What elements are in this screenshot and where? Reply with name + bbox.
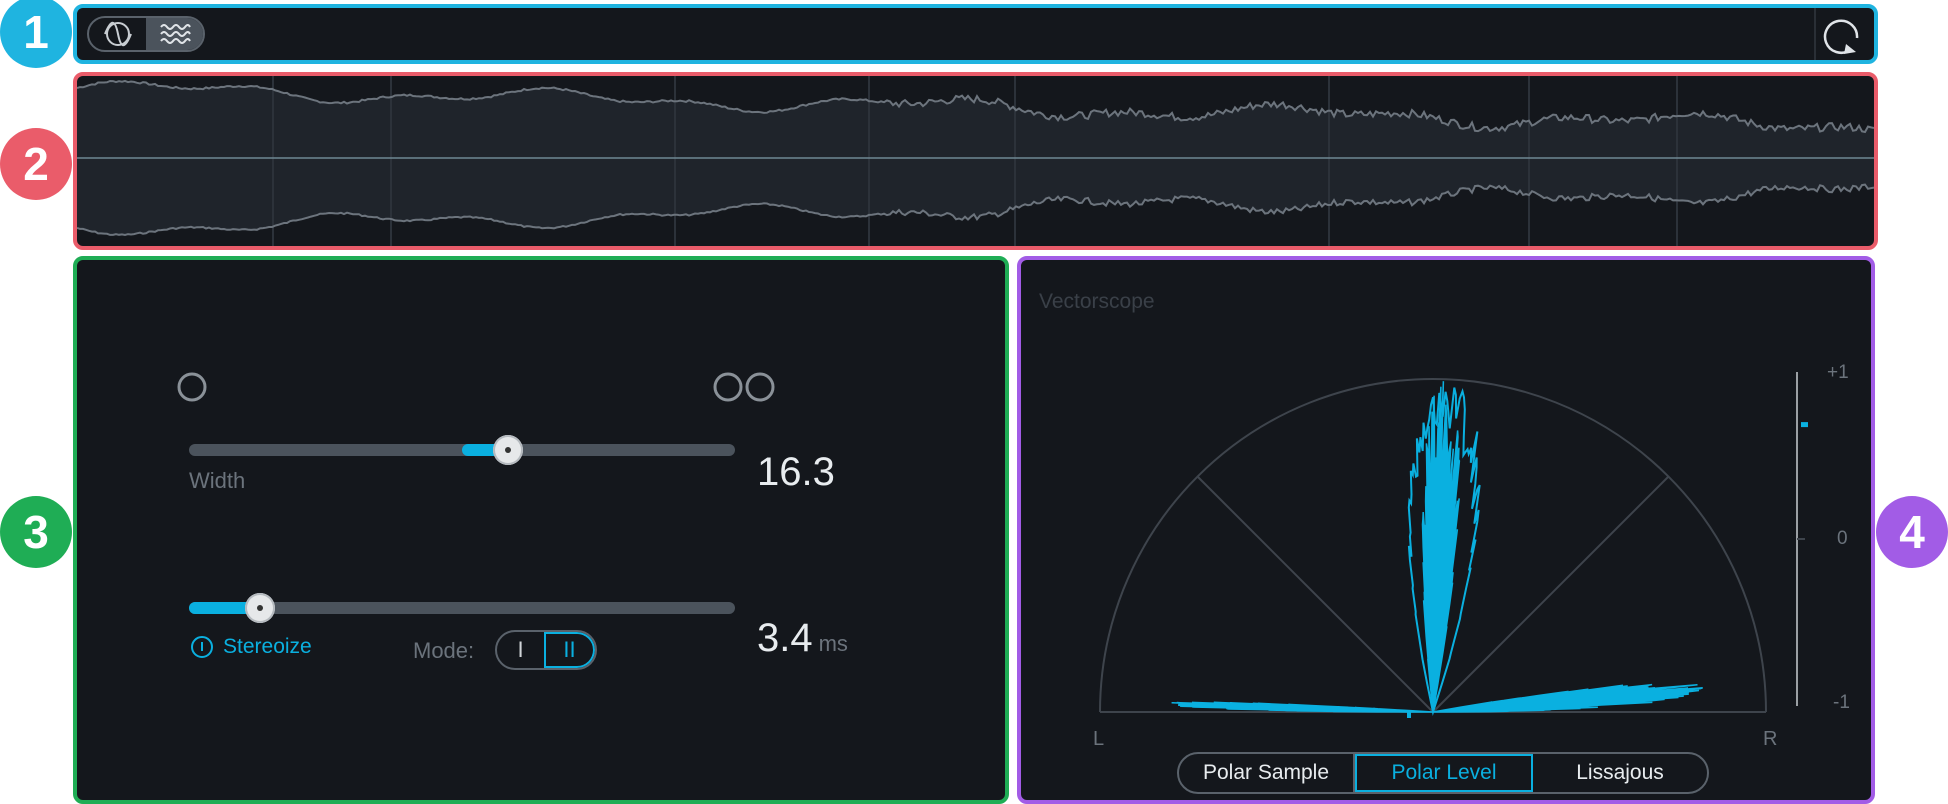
marker-2: 2: [0, 128, 72, 200]
width-value[interactable]: 16.3: [757, 450, 835, 495]
noise-view-button[interactable]: [146, 18, 203, 50]
width-slider[interactable]: [189, 430, 735, 470]
marker-4: 4: [1876, 496, 1948, 568]
power-icon: [191, 636, 213, 658]
waveform-history: [73, 72, 1878, 250]
meter-bottom-label: -1: [1833, 692, 1850, 713]
stereoize-label: Stereoize: [223, 635, 312, 658]
vectorscope-axis-right: [1432, 476, 1669, 713]
delay-value: 3.4: [757, 616, 813, 660]
sine-view-button[interactable]: [89, 18, 146, 50]
vectorscope-center-lobe: [1421, 381, 1461, 713]
noise-wave-icon: [159, 24, 191, 44]
delay-value-group[interactable]: 3.4 ms: [757, 616, 848, 661]
meter-indicator: [1801, 422, 1808, 428]
mono-circle-icon: [177, 372, 207, 402]
tab-lissajous[interactable]: Lissajous: [1533, 754, 1707, 792]
right-label: R: [1763, 728, 1778, 750]
left-label: L: [1093, 728, 1105, 750]
stereo-circles-icon: [713, 372, 775, 402]
toolbar: [73, 4, 1878, 64]
mode-option-1[interactable]: I: [497, 632, 544, 668]
vectorscope-axis-left: [1197, 476, 1434, 713]
vectorscope-left-lobe: [1171, 701, 1434, 713]
meter-top-label: +1: [1827, 362, 1849, 383]
toolbar-divider: [1814, 8, 1816, 60]
marker-3: 3: [0, 496, 72, 568]
delay-slider[interactable]: [189, 588, 735, 628]
waveform-display: [77, 76, 1874, 246]
reset-icon[interactable]: [1822, 16, 1862, 56]
width-panel: Width 16.3 3.4 ms Stereoize Mode: I II: [73, 256, 1009, 804]
delay-unit: ms: [818, 631, 848, 656]
width-slider-thumb[interactable]: [493, 435, 524, 465]
meter-mid-label: 0: [1837, 528, 1848, 549]
delay-slider-thumb[interactable]: [244, 593, 275, 623]
mode-toggle[interactable]: I II: [495, 630, 597, 670]
tab-polar-sample[interactable]: Polar Sample: [1179, 754, 1355, 792]
mode-label: Mode:: [413, 638, 475, 663]
vectorscope-panel: Vectorscope L R +1 0 -1 Polar Sample Pol…: [1017, 256, 1875, 804]
vectorscope-correlation-marker: [1407, 710, 1411, 718]
vectorscope-right-lobe: [1432, 683, 1703, 713]
marker-1: 1: [0, 0, 72, 68]
mode-option-2[interactable]: II: [544, 632, 595, 668]
tab-polar-level[interactable]: Polar Level: [1355, 754, 1533, 792]
vectorscope-display: [1099, 372, 1808, 718]
view-toggle[interactable]: [87, 16, 205, 52]
vectorscope-mode-tabs[interactable]: Polar Sample Polar Level Lissajous: [1177, 752, 1709, 794]
sine-wave-icon: [103, 21, 132, 47]
stereoize-toggle[interactable]: Stereoize: [189, 634, 312, 660]
width-label: Width: [189, 468, 246, 493]
